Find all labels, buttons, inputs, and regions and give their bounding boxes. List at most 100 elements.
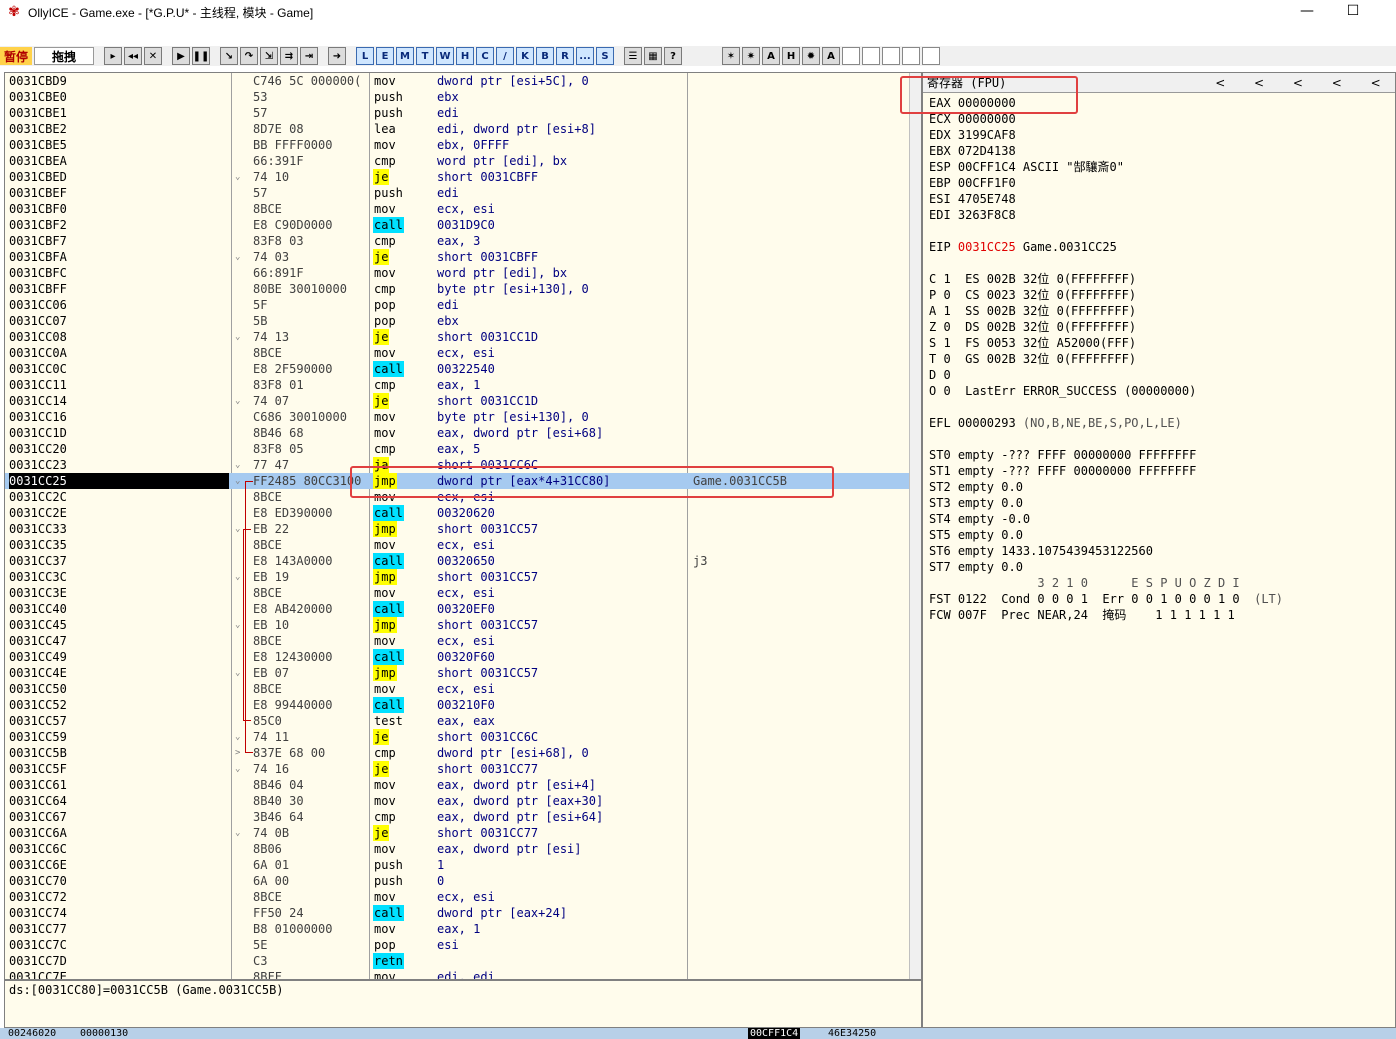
log-window-button[interactable]: L [356,47,374,65]
register-line[interactable]: ST6 empty 1433.1075439453122560 [929,543,1153,559]
register-line[interactable]: EDI 3263F8C8 [929,207,1016,223]
plugin-3-icon[interactable]: A [762,47,780,65]
disasm-row[interactable]: 0031CBFA ⌄ 74 03 je short 0031CBFF [5,249,909,265]
register-line[interactable]: T 0 GS 002B 32位 0(FFFFFFFF) [929,351,1136,367]
disassembly-pane[interactable]: 0031CBD9 C746 5C 000000(mov dword ptr [esi… [4,72,922,980]
step-into-icon[interactable]: ↘ [220,47,238,65]
disasm-row[interactable]: 0031CC1D 8B46 68 mov eax, dword ptr [esi+68… [5,425,909,441]
register-line[interactable]: ST7 empty 0.0 [929,559,1023,575]
register-line[interactable]: FST 0122 Cond 0 0 0 1 Err 0 0 1 0 0 0 1 … [929,591,1283,607]
disasm-row[interactable]: 0031CC7C 5E pop esi [5,937,909,953]
plugin-1-icon[interactable]: ✶ [722,47,740,65]
nav-left-1-icon[interactable]: < [1201,76,1240,90]
threads-window-button[interactable]: T [416,47,434,65]
disasm-row[interactable]: 0031CC70 6A 00 push 0 [5,873,909,889]
register-line[interactable]: S 1 FS 0053 32位 A52000(FFF) [929,335,1136,351]
blank-button-5[interactable] [922,47,940,65]
disasm-row[interactable]: 0031CBE1 57 push edi [5,105,909,121]
trace-over-icon[interactable]: ⇉ [280,47,298,65]
register-line[interactable]: EBP 00CFF1F0 [929,175,1016,191]
register-line[interactable]: P 0 CS 0023 32位 0(FFFFFFFF) [929,287,1136,303]
disasm-row[interactable]: 0031CC5F ⌄ 74 16 je short 0031CC77 [5,761,909,777]
disasm-row[interactable]: 0031CC7D C3 retn [5,953,909,969]
disasm-row[interactable]: 0031CC6C 8B06 mov eax, dword ptr [esi] [5,841,909,857]
register-line[interactable]: ST4 empty -0.0 [929,511,1030,527]
drag-button[interactable]: 拖拽 [34,47,94,65]
step-over-icon[interactable]: ↷ [240,47,258,65]
list-icon[interactable]: ☰ [624,47,642,65]
disasm-row[interactable]: 0031CC4E ⌄ EB 07 jmp short 0031CC57 [5,665,909,681]
blank-button-1[interactable] [842,47,860,65]
disasm-row[interactable]: 0031CBED ⌄ 74 10 je short 0031CBFF [5,169,909,185]
minimize-button[interactable]: — [1284,0,1330,24]
disasm-row[interactable]: 0031CC3E 8BCE mov ecx, esi [5,585,909,601]
disasm-row[interactable]: 0031CC61 8B46 04 mov eax, dword ptr [esi+4] [5,777,909,793]
register-line[interactable]: ESI 4705E748 [929,191,1016,207]
maximize-button[interactable]: ☐ [1330,0,1376,24]
close-icon[interactable]: ✕ [144,47,162,65]
disasm-row[interactable]: 0031CC11 83F8 01 cmp eax, 1 [5,377,909,393]
disasm-row[interactable]: 0031CC7E 8BFF mov edi, edi [5,969,909,979]
disasm-row[interactable]: 0031CBE5 BB FFFF0000 mov ebx, 0FFFF [5,137,909,153]
disasm-row[interactable]: 0031CC59 ⌄ 74 11 je short 0031CC6C [5,729,909,745]
disasm-row[interactable]: 0031CC6A ⌄ 74 0B je short 0031CC77 [5,825,909,841]
register-line[interactable]: ST2 empty 0.0 [929,479,1023,495]
references-window-button[interactable]: R [556,47,574,65]
blank-button-2[interactable] [862,47,880,65]
register-line[interactable]: EBX 072D4138 [929,143,1016,159]
disasm-row[interactable]: 0031CC50 8BCE mov ecx, esi [5,681,909,697]
disasm-row[interactable]: 0031CBF2 E8 C90D0000 call 0031D9C0 [5,217,909,233]
register-line[interactable]: EFL 00000293 (NO,B,NE,BE,S,PO,L,LE) [929,415,1182,431]
handles-window-button[interactable]: H [456,47,474,65]
pause-icon[interactable]: ❚❚ [192,47,210,65]
register-line[interactable]: ST3 empty 0.0 [929,495,1023,511]
run-trace-window-button[interactable]: ... [576,47,594,65]
disasm-row[interactable]: 0031CBEF 57 push edi [5,185,909,201]
plugin-5-icon[interactable]: ✹ [802,47,820,65]
blank-button-3[interactable] [882,47,900,65]
disasm-row[interactable]: 0031CBFF 80BE 30010000 cmp byte ptr [esi+13… [5,281,909,297]
disasm-row[interactable]: 0031CC14 ⌄ 74 07 je short 0031CC1D [5,393,909,409]
disasm-row[interactable]: 0031CC52 E8 99440000 call 003210F0 [5,697,909,713]
cpu-window-button[interactable]: C [476,47,494,65]
disasm-row[interactable]: 0031CC40 E8 AB420000 call 00320EF0 [5,601,909,617]
modules-window-button[interactable]: E [376,47,394,65]
disassembly-scrollbar[interactable] [909,73,921,979]
grid-icon[interactable]: ▦ [644,47,662,65]
windows-window-button[interactable]: W [436,47,454,65]
registers-pane[interactable]: 寄存器 (FPU) < < < < < EAX 00000000 ECX 0000… [922,72,1396,1028]
nav-left-4-icon[interactable]: < [1317,76,1356,90]
disasm-row[interactable]: 0031CBE2 8D7E 08 lea edi, dword ptr [esi+8] [5,121,909,137]
disasm-row[interactable]: 0031CC16 C686 30010000 mov byte ptr [esi+13… [5,409,909,425]
breakpoints-window-button[interactable]: B [536,47,554,65]
register-line[interactable]: ST1 empty -??? FFFF 00000000 FFFFFFFF [929,463,1196,479]
disasm-row[interactable]: 0031CC64 8B40 30 mov eax, dword ptr [eax+30… [5,793,909,809]
disasm-row[interactable]: 0031CC08 ⌄ 74 13 je short 0031CC1D [5,329,909,345]
plugin-2-icon[interactable]: ✷ [742,47,760,65]
disasm-row[interactable]: 0031CBF0 8BCE mov ecx, esi [5,201,909,217]
register-line[interactable]: C 1 ES 002B 32位 0(FFFFFFFF) [929,271,1136,287]
source-window-button[interactable]: S [596,47,614,65]
disasm-row[interactable]: 0031CBF7 83F8 03 cmp eax, 3 [5,233,909,249]
rewind-icon[interactable]: ◂◂ [124,47,142,65]
register-line[interactable]: O 0 LastErr ERROR_SUCCESS (00000000) [929,383,1196,399]
disasm-row[interactable]: 0031CC2E E8 ED390000 call 00320620 [5,505,909,521]
disasm-row[interactable]: 0031CC35 8BCE mov ecx, esi [5,537,909,553]
register-line[interactable]: EIP 0031CC25 Game.0031CC25 [929,239,1117,255]
register-line[interactable]: ST5 empty 0.0 [929,527,1023,543]
disasm-row[interactable]: 0031CC0A 8BCE mov ecx, esi [5,345,909,361]
disasm-row[interactable]: 0031CBD9 C746 5C 000000(mov dword ptr [esi… [5,73,909,89]
memory-window-button[interactable]: M [396,47,414,65]
disasm-row[interactable]: 0031CC57 85C0 test eax, eax [5,713,909,729]
nav-left-5-icon[interactable]: < [1356,76,1395,90]
register-line[interactable]: A 1 SS 002B 32位 0(FFFFFFFF) [929,303,1136,319]
disasm-row[interactable]: 0031CC47 8BCE mov ecx, esi [5,633,909,649]
register-line[interactable]: EDX 3199CAF8 [929,127,1016,143]
disasm-row[interactable]: 0031CC07 5B pop ebx [5,313,909,329]
disasm-row[interactable]: 0031CBFC 66:891F mov word ptr [edi], bx [5,265,909,281]
disasm-row[interactable]: 0031CC74 FF50 24 call dword ptr [eax+24] [5,905,909,921]
register-line[interactable]: 3 2 1 0 E S P U O Z D I [929,575,1239,591]
call-stack-window-button[interactable]: K [516,47,534,65]
disasm-row[interactable]: 0031CC45 ⌄ EB 10 jmp short 0031CC57 [5,617,909,633]
blank-button-4[interactable] [902,47,920,65]
